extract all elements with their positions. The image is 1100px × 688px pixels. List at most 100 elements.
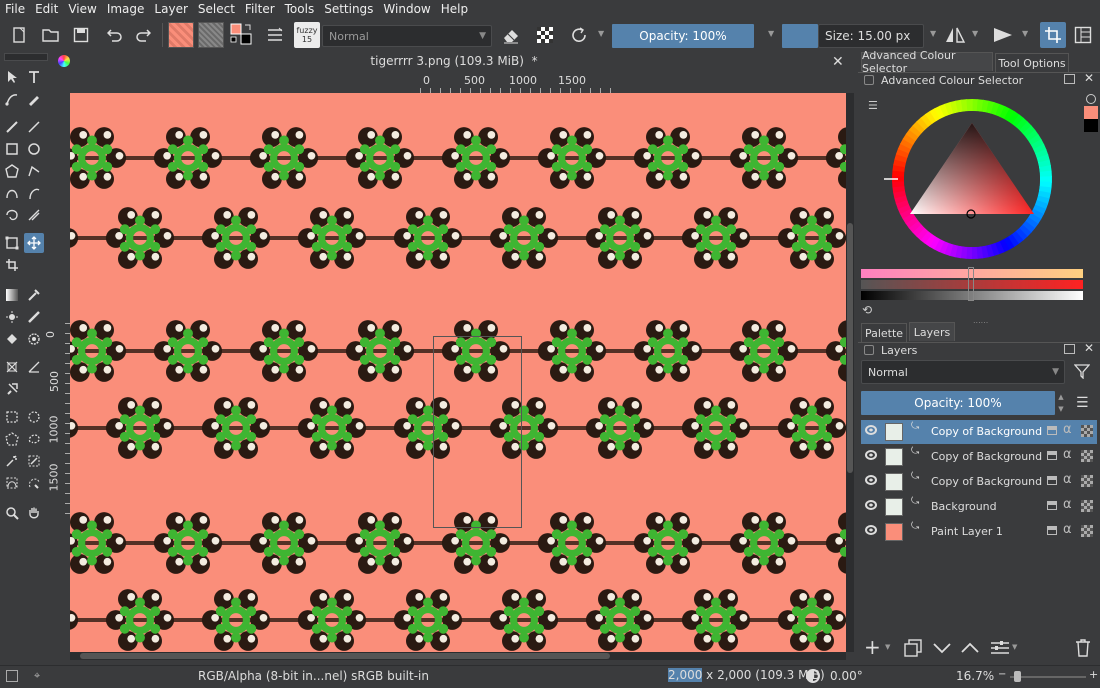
add-layer-icon[interactable]: +: [864, 637, 881, 657]
layer-name[interactable]: Copy of Background: [931, 425, 1042, 438]
layer-opacity-slider[interactable]: Opacity: 100%: [861, 391, 1055, 415]
chevron-down-icon[interactable]: ▼: [972, 29, 978, 38]
colour-selector-menu-icon[interactable]: ☰: [868, 99, 878, 112]
chevron-down-icon[interactable]: ▼: [768, 29, 774, 38]
brush-settings-icon[interactable]: [262, 22, 288, 48]
transform-tool-icon[interactable]: [2, 233, 22, 253]
scrollbar-thumb[interactable]: [847, 223, 853, 473]
new-document-icon[interactable]: [6, 22, 32, 48]
color-picker-icon[interactable]: [24, 285, 44, 305]
wrap-around-icon[interactable]: [990, 22, 1016, 48]
panel-float-icon[interactable]: [864, 345, 874, 355]
save-icon[interactable]: [68, 22, 94, 48]
line-tool-icon[interactable]: [24, 117, 44, 137]
reset-colour-icon[interactable]: [1086, 94, 1096, 104]
colorize-mask-icon[interactable]: [2, 307, 22, 327]
duplicate-layer-icon[interactable]: [904, 639, 922, 660]
fg-bg-color-icon[interactable]: [228, 22, 254, 48]
menu-image[interactable]: Image: [102, 0, 150, 19]
chevron-down-icon[interactable]: ▼: [598, 29, 604, 38]
visibility-eye-icon[interactable]: [865, 525, 877, 535]
tab-layers[interactable]: Layers: [909, 322, 955, 341]
polygon-select-icon[interactable]: [2, 429, 22, 449]
chevron-down-icon[interactable]: ▼: [1022, 29, 1028, 38]
chevron-down-icon[interactable]: ▼: [930, 29, 936, 38]
selection-indicator-icon[interactable]: [6, 670, 18, 682]
gradient-swatch[interactable]: [168, 22, 194, 48]
inherit-alpha-icon[interactable]: [1081, 425, 1093, 437]
mirror-horizontal-icon[interactable]: [942, 22, 968, 48]
gradient-tool-icon[interactable]: [2, 285, 22, 305]
zoom-value[interactable]: 16.7%: [956, 669, 994, 683]
colour-wheel[interactable]: [882, 89, 1062, 269]
layer-name[interactable]: Copy of Background: [931, 450, 1042, 463]
ellipse-select-icon[interactable]: [24, 407, 44, 427]
size-slider-fill[interactable]: [782, 24, 818, 48]
move-layer-up-icon[interactable]: [960, 639, 980, 660]
layer-row[interactable]: ⤿ Copy of Background α: [861, 420, 1097, 444]
crop-mode-icon[interactable]: [1040, 22, 1066, 48]
open-icon[interactable]: [38, 22, 64, 48]
multibrush-icon[interactable]: [24, 205, 44, 225]
crop-tool-icon[interactable]: [2, 255, 22, 275]
enclose-fill-icon[interactable]: [24, 329, 44, 349]
rect-select-icon[interactable]: [2, 407, 22, 427]
opacity-spin-icon[interactable]: ▲ ▼: [1056, 391, 1066, 415]
chevron-down-icon[interactable]: ▼: [885, 643, 890, 651]
canvas[interactable]: [70, 93, 846, 652]
layer-row[interactable]: ⤿ Copy of Background α: [861, 445, 1097, 469]
text-tool-icon[interactable]: [24, 67, 44, 87]
menu-filter[interactable]: Filter: [240, 0, 280, 19]
size-slider[interactable]: Size: 15.00 px: [818, 24, 924, 48]
redo-icon[interactable]: [130, 22, 156, 48]
float-panel-icon[interactable]: [1064, 344, 1075, 354]
inherit-alpha-icon[interactable]: [1081, 450, 1093, 462]
layer-name[interactable]: Paint Layer 1: [931, 525, 1003, 538]
move-tool-icon[interactable]: [24, 233, 44, 253]
layer-menu-icon[interactable]: ☰: [1076, 395, 1089, 411]
filter-icon[interactable]: [1073, 363, 1091, 382]
inherit-alpha-icon[interactable]: [1081, 475, 1093, 487]
chevron-down-icon[interactable]: ▼: [1012, 643, 1017, 651]
alpha-lock-icon[interactable]: α: [1063, 422, 1072, 437]
zoom-out-icon[interactable]: −: [998, 669, 1006, 680]
panel-float-icon[interactable]: [864, 75, 874, 85]
menu-file[interactable]: File: [0, 0, 30, 19]
visibility-eye-icon[interactable]: [865, 475, 877, 485]
menu-settings[interactable]: Settings: [319, 0, 378, 19]
ellipse-tool-icon[interactable]: [24, 139, 44, 159]
lock-icon[interactable]: [1047, 476, 1057, 485]
float-panel-icon[interactable]: [1064, 74, 1075, 84]
select-shapes-icon[interactable]: [2, 67, 22, 87]
lock-icon[interactable]: [1047, 426, 1057, 435]
similar-select-icon[interactable]: [24, 451, 44, 471]
pan-tool-icon[interactable]: [24, 503, 44, 523]
zoom-in-icon[interactable]: +: [1089, 668, 1098, 681]
menu-tools[interactable]: Tools: [280, 0, 320, 19]
undo-icon[interactable]: [102, 22, 128, 48]
reload-icon[interactable]: [566, 22, 592, 48]
zoom-slider-handle[interactable]: [1014, 671, 1021, 682]
alpha-lock-icon[interactable]: α: [1063, 447, 1072, 462]
layer-row[interactable]: ⤿ Background α: [861, 495, 1097, 519]
tab-advanced-colour-selector[interactable]: Advanced Colour Selector: [861, 49, 993, 75]
fill-tool-icon[interactable]: [2, 329, 22, 349]
panel-resize-handle[interactable]: ......: [973, 316, 988, 325]
alpha-lock-icon[interactable]: α: [1063, 497, 1072, 512]
close-panel-icon[interactable]: ✕: [1084, 341, 1094, 355]
close-document-icon[interactable]: ✕: [832, 54, 844, 70]
freehand-select-icon[interactable]: [24, 429, 44, 449]
menu-layer[interactable]: Layer: [149, 0, 192, 19]
assistant-tool-icon[interactable]: [2, 357, 22, 377]
bezier-select-icon[interactable]: [2, 473, 22, 493]
menu-edit[interactable]: Edit: [30, 0, 63, 19]
brush-tool-icon[interactable]: [2, 117, 22, 137]
slider-handle[interactable]: [968, 267, 974, 301]
layer-name[interactable]: Copy of Background: [931, 475, 1042, 488]
lock-icon[interactable]: [1047, 451, 1057, 460]
menu-select[interactable]: Select: [193, 0, 240, 19]
foreground-color-swatch[interactable]: [1084, 106, 1098, 119]
close-panel-icon[interactable]: ✕: [1084, 71, 1094, 85]
inherit-alpha-icon[interactable]: [1081, 500, 1093, 512]
color-model-label[interactable]: RGB/Alpha (8-bit in...nel) sRGB built-in: [198, 669, 429, 683]
